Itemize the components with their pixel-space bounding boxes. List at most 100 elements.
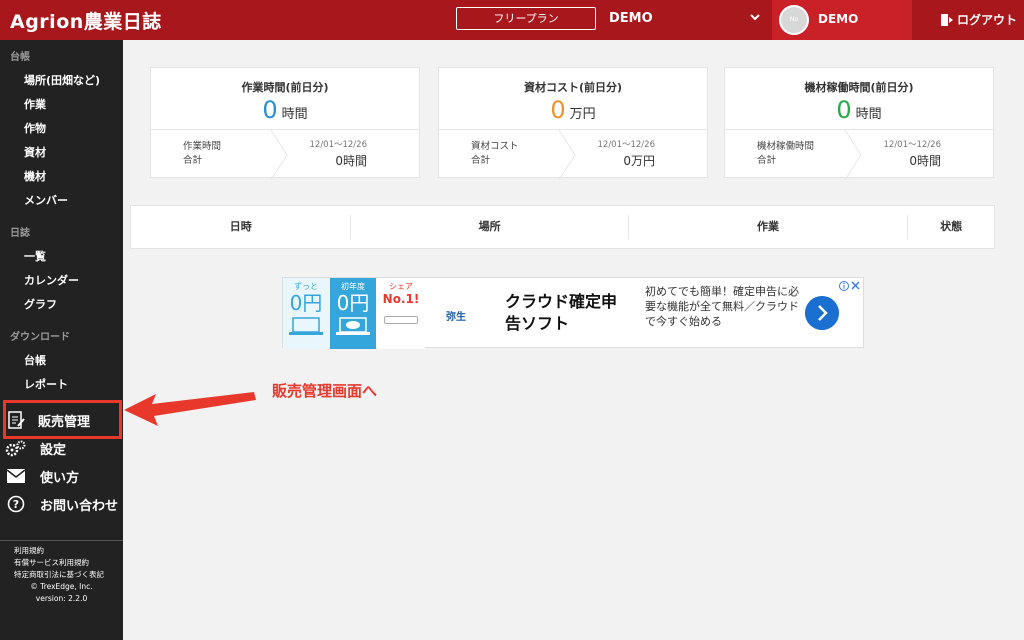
card-period: 12/01〜12/26: [309, 140, 368, 150]
card-total: 0万円: [623, 154, 655, 168]
sidebar-item-crops[interactable]: 作物: [24, 120, 46, 136]
card-value: 0 万円: [439, 96, 707, 124]
card-title: 作業時間(前日分): [241, 81, 329, 94]
card-footer: 作業時間 合計 12/01〜12/26 0時間: [151, 129, 419, 180]
ad-panel-3: シェア No.1!: [377, 278, 425, 349]
card-footer-label: 機材稼働時間 合計: [757, 140, 814, 168]
card-footer-label-sub: 合計: [471, 155, 491, 166]
logout-icon: [941, 13, 953, 26]
card-footer-total: 12/01〜12/26 0時間: [310, 138, 368, 169]
card-value-unit: 万円: [569, 107, 596, 122]
chevron-right-divider-icon: [844, 130, 862, 180]
sidebar-item-work[interactable]: 作業: [24, 96, 46, 112]
card-footer-label-main: 作業時間: [183, 141, 222, 152]
plan-badge[interactable]: フリープラン: [456, 7, 596, 30]
ad-panel-2-value: 0円: [336, 291, 370, 315]
ad-panel-3-value: No.1!: [382, 292, 420, 306]
sidebar-item-fields[interactable]: 場所(田畑など): [24, 72, 100, 88]
app-header: Agrion農業日誌 フリープラン DEMO No Image DEMO ログア…: [0, 0, 1024, 40]
summary-card-work-hours: 作業時間(前日分) 0 時間 作業時間 合計 12/01〜12/26 0時間: [150, 67, 420, 180]
ad-info-close-icon[interactable]: [839, 280, 861, 292]
org-selector-label[interactable]: DEMO: [609, 11, 653, 26]
sidebar-item-list[interactable]: 一覧: [24, 248, 46, 264]
cloud-laptop-icon: [336, 317, 370, 335]
ad-copy: 初めてでも簡単！確定申告に必要な機能が全て無料／クラウドで今すぐ始める: [645, 285, 799, 328]
card-footer-label-sub: 合計: [183, 155, 203, 166]
card-total: 0時間: [335, 154, 367, 168]
column-header-place[interactable]: 場所: [350, 215, 627, 239]
highlight-box: [3, 400, 122, 439]
card-footer: 機材稼働時間 合計 12/01〜12/26 0時間: [725, 129, 993, 180]
sidebar-item-contact-label: お問い合わせ: [40, 498, 119, 514]
card-footer-total: 12/01〜12/26 0時間: [884, 138, 942, 169]
ad-panel-1-top: ずっと: [294, 282, 318, 291]
copyright: © TrexEdge, Inc.: [30, 582, 93, 591]
card-footer-label-main: 資材コスト: [471, 141, 519, 152]
svg-text:?: ?: [13, 498, 19, 511]
ad-panel-2: 初年度 0円: [330, 278, 376, 349]
sidebar-item-help[interactable]: 使い方: [0, 463, 123, 489]
card-footer-label-sub: 合計: [757, 155, 777, 166]
logout-label: ログアウト: [957, 13, 1018, 27]
sidebar-item-help-label: 使い方: [40, 470, 80, 486]
version: version: 2.2.0: [35, 594, 88, 603]
card-value-number: 0: [262, 96, 278, 124]
sidebar: 台帳 場所(田畑など) 作業 作物 資材 機材 メンバー 日誌 一覧 カレンダー…: [0, 40, 123, 640]
card-footer-total: 12/01〜12/26 0万円: [598, 138, 656, 169]
arrow-left-icon: [124, 392, 256, 426]
sidebar-item-members[interactable]: メンバー: [24, 192, 68, 208]
ad-panel-2-top: 初年度: [341, 282, 365, 291]
card-value: 0 時間: [151, 96, 419, 124]
card-value: 0 時間: [725, 96, 993, 124]
ad-panel-3-top: シェア: [389, 282, 413, 291]
diary-table-header: 日時 場所 作業 状態: [130, 205, 995, 249]
card-period: 12/01〜12/26: [597, 140, 656, 150]
ad-brand: 弥生: [446, 312, 466, 323]
card-title: 機材稼働時間(前日分): [804, 81, 914, 94]
card-value-number: 0: [836, 96, 852, 124]
card-period: 12/01〜12/26: [883, 140, 942, 150]
column-header-status[interactable]: 状態: [907, 215, 994, 239]
card-footer-label: 作業時間 合計: [183, 140, 221, 168]
commerce-law-link[interactable]: 特定商取引法に基づく表記: [0, 569, 123, 581]
gears-icon: [0, 439, 32, 457]
chevron-right-icon[interactable]: [805, 296, 839, 330]
sidebar-item-download-ledger[interactable]: 台帳: [24, 352, 46, 368]
column-header-datetime[interactable]: 日時: [131, 215, 350, 239]
app-logo[interactable]: Agrion農業日誌: [10, 7, 162, 34]
terms-link[interactable]: 利用規約: [0, 545, 123, 557]
ad-banner[interactable]: ずっと 0円 初年度 0円 シェア No.1! 弥生 クラウド確定申告ソフト 初…: [282, 277, 864, 349]
sidebar-heading-ledger: 台帳: [10, 52, 30, 63]
sidebar-footer: 利用規約 有償サービス利用規約 特定商取引法に基づく表記 © TrexEdge,…: [0, 540, 123, 605]
sidebar-item-report[interactable]: レポート: [24, 376, 68, 392]
sidebar-item-settings-label: 設定: [40, 442, 67, 458]
ad-headline: クラウド確定申告ソフト: [505, 292, 618, 333]
ad-panel-1-value: 0円: [289, 291, 323, 315]
sidebar-item-graph[interactable]: グラフ: [24, 296, 57, 312]
sidebar-item-equipment[interactable]: 機材: [24, 168, 46, 184]
envelope-icon: [0, 468, 32, 484]
chevron-right-divider-icon: [270, 130, 288, 180]
sidebar-heading-diary: 日誌: [10, 228, 30, 239]
card-title: 資材コスト(前日分): [523, 81, 623, 94]
laptop-icon: [289, 317, 323, 335]
ad-mini-button: [384, 316, 418, 324]
sidebar-item-calendar[interactable]: カレンダー: [24, 272, 79, 288]
callout-text: 販売管理画面へ: [272, 382, 378, 400]
question-icon: ?: [0, 495, 32, 513]
sidebar-item-materials[interactable]: 資材: [24, 144, 46, 160]
ad-panel-1: ずっと 0円: [283, 278, 329, 349]
sidebar-item-contact[interactable]: ? お問い合わせ: [0, 491, 123, 517]
card-footer-label: 資材コスト 合計: [471, 140, 519, 168]
summary-card-equipment-hours: 機材稼働時間(前日分) 0 時間 機材稼働時間 合計 12/01〜12/26 0時…: [724, 67, 994, 180]
card-footer-label-main: 機材稼働時間: [757, 141, 815, 152]
chevron-down-icon[interactable]: [748, 10, 762, 24]
avatar: No Image: [779, 5, 809, 35]
user-menu[interactable]: No Image DEMO: [772, 0, 912, 40]
paid-terms-link[interactable]: 有償サービス利用規約: [0, 557, 123, 569]
summary-card-material-cost: 資材コスト(前日分) 0 万円 資材コスト 合計 12/01〜12/26 0万円: [438, 67, 708, 180]
card-total: 0時間: [909, 154, 941, 168]
card-value-unit: 時間: [855, 107, 882, 122]
column-header-work[interactable]: 作業: [627, 215, 907, 239]
logout-button[interactable]: ログアウト: [940, 11, 1017, 28]
